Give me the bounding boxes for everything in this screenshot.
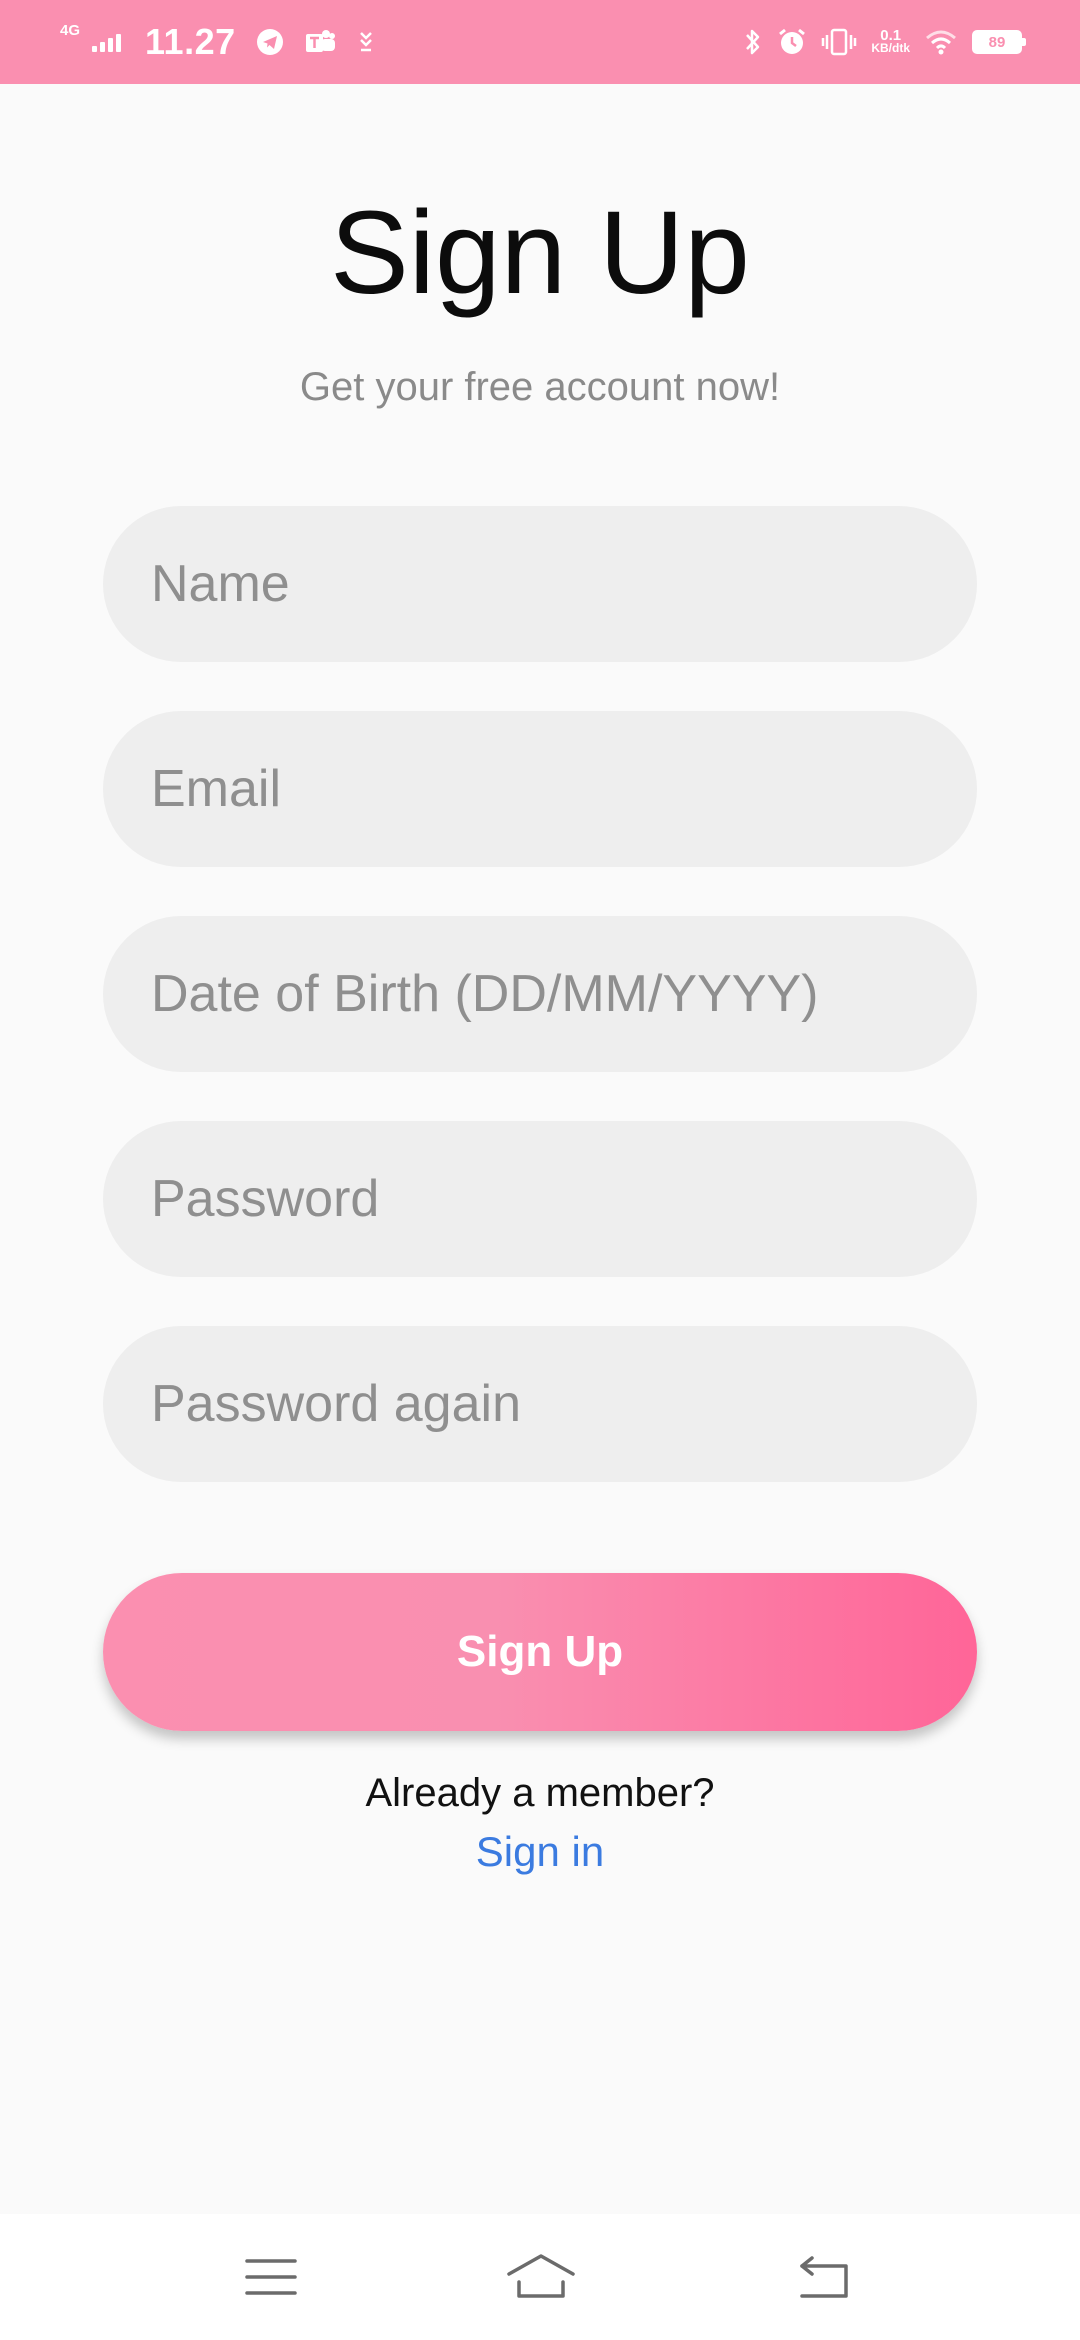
menu-icon	[245, 2259, 297, 2295]
page-title: Sign Up	[330, 187, 750, 319]
vibrate-icon	[821, 27, 857, 57]
sign-in-link[interactable]: Sign in	[476, 1828, 604, 1875]
navigation-bar	[0, 2214, 1080, 2340]
back-icon	[800, 2256, 848, 2298]
alarm-icon	[777, 27, 807, 57]
back-button[interactable]	[784, 2244, 864, 2310]
download-icon	[356, 30, 376, 54]
sign-in-link-row: Sign in	[0, 1826, 1080, 1878]
password-again-field[interactable]	[103, 1326, 977, 1482]
page-subtitle: Get your free account now!	[299, 365, 781, 409]
network-type: 4G	[60, 21, 81, 39]
teams-icon	[304, 28, 336, 56]
battery-icon: 89	[972, 30, 1026, 54]
status-right: 0.1 KB/dtk 89	[743, 0, 1026, 84]
menu-button[interactable]	[231, 2244, 311, 2310]
wifi-icon	[924, 28, 958, 56]
home-button[interactable]	[501, 2244, 581, 2310]
home-icon	[507, 2254, 575, 2298]
signal-icon	[92, 32, 122, 52]
net-speed-unit: KB/dtk	[871, 41, 910, 55]
clock: 11.27	[145, 21, 236, 62]
telegram-icon	[256, 28, 284, 56]
name-field[interactable]	[103, 506, 977, 662]
email-field[interactable]	[103, 711, 977, 867]
network-speed: 0.1 KB/dtk	[871, 28, 910, 55]
already-member-text: Already a member?	[365, 1771, 715, 1815]
status-left: 4G 11.27	[60, 0, 376, 84]
sign-up-button[interactable]: Sign Up	[103, 1573, 977, 1731]
date-of-birth-field[interactable]	[103, 916, 977, 1072]
password-field[interactable]	[103, 1121, 977, 1277]
status-bar: 4G 11.27 0.1 KB/dtk 89	[0, 0, 1080, 84]
bluetooth-icon	[743, 27, 763, 57]
